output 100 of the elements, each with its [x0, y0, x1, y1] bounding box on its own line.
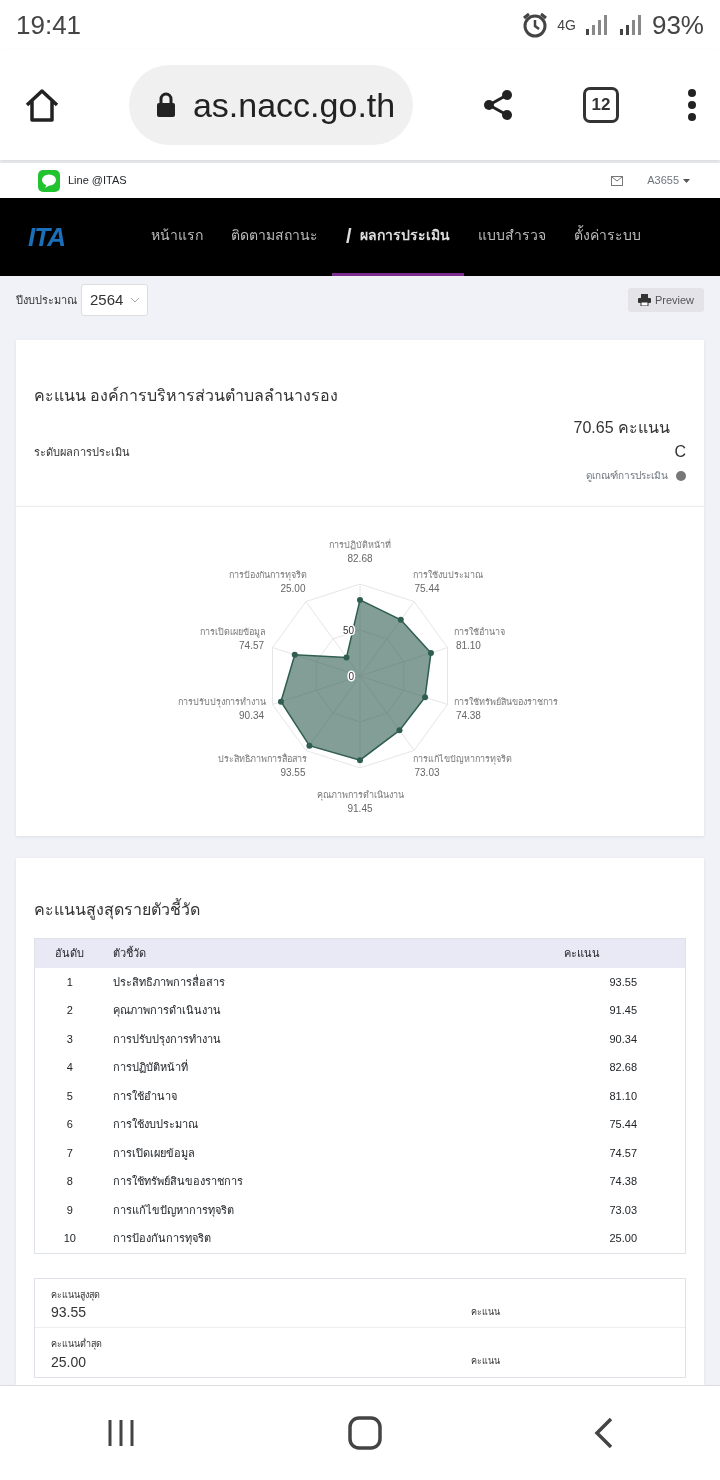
- column-header: ตัวชี้วัด: [104, 938, 556, 968]
- recent-apps-icon[interactable]: [106, 1418, 136, 1448]
- chat-bubble-icon: [38, 169, 60, 192]
- filter-label: ปีงบประมาณ: [16, 292, 77, 308]
- alarm-icon: [521, 11, 550, 39]
- table-cell: 7: [34, 1138, 105, 1167]
- table-cell: การป้องกันการทุจริต: [104, 1224, 556, 1253]
- table-cell: ประสิทธิภาพการสื่อสาร: [104, 967, 556, 996]
- axis-label: การเปิดเผยข้อมูล: [199, 626, 266, 637]
- value-label: 82.68: [347, 553, 373, 564]
- total-score: 70.65 คะแนน: [572, 418, 671, 438]
- table-cell: 74.57: [555, 1138, 686, 1167]
- chevron-icon: [131, 297, 140, 303]
- axis-label: ประสิทธิภาพการสื่อสาร: [218, 754, 307, 765]
- table-cell: 25.00: [555, 1224, 686, 1253]
- table-cell: 3: [34, 1024, 105, 1053]
- unit-label: คะแนน: [471, 1305, 500, 1319]
- axis-label: การปรับปรุงการทำงาน: [177, 697, 266, 708]
- axis-label: การแก้ไขปัญหาการทุจริต: [413, 754, 512, 765]
- data-point: [343, 654, 350, 661]
- column-header: อันดับ: [34, 938, 105, 968]
- table-cell: การเปิดเผยข้อมูล: [104, 1138, 556, 1167]
- axis-label: การปฏิบัติหน้าที่: [329, 540, 391, 550]
- table-cell: 8: [34, 1167, 105, 1196]
- column-header: คะแนน: [555, 938, 686, 968]
- value-label: 90.34: [239, 710, 265, 722]
- menu-icon[interactable]: [686, 87, 698, 123]
- data-point: [396, 727, 403, 734]
- table-cell: 1: [34, 967, 105, 996]
- mail-icon[interactable]: [611, 175, 624, 186]
- data-point: [277, 698, 284, 705]
- data-point: [357, 596, 363, 603]
- table-cell: 81.10: [555, 1081, 686, 1110]
- axis-label: การใช้ทรัพย์สินของราชการ: [454, 697, 559, 708]
- data-point: [357, 757, 363, 764]
- address-bar[interactable]: as.nacc.go.th: [128, 65, 414, 145]
- table-cell: 82.68: [555, 1053, 686, 1082]
- value-label: 25.00: [280, 582, 306, 594]
- summary-value: 93.55: [51, 1303, 88, 1322]
- table-cell: การแก้ไขปัญหาการทุจริต: [104, 1195, 556, 1224]
- table-cell: การปฏิบัติหน้าที่: [104, 1053, 556, 1082]
- preview-button[interactable]: Preview: [627, 287, 704, 313]
- nav-tab[interactable]: แบบสำรวจ: [463, 198, 560, 276]
- value-label: 73.03: [414, 767, 440, 779]
- table-cell: 5: [34, 1081, 105, 1110]
- table-cell: 90.34: [555, 1024, 686, 1053]
- caret-icon: [683, 178, 690, 183]
- home-button-icon[interactable]: [348, 1416, 382, 1450]
- data-point: [427, 649, 434, 656]
- table-cell: 73.03: [555, 1195, 686, 1224]
- value-label: 75.44: [414, 582, 440, 594]
- table-cell: การใช้อำนาจ: [104, 1081, 556, 1110]
- y-tick-label: 0: [348, 671, 355, 682]
- network-type: 4G: [557, 15, 576, 35]
- value-label: 91.45: [347, 803, 373, 814]
- data-point: [306, 742, 313, 749]
- table-cell: 9: [34, 1195, 105, 1224]
- tab-count-button[interactable]: 12: [583, 87, 620, 123]
- table-cell: 10: [34, 1224, 105, 1253]
- value-label: 74.57: [239, 639, 265, 651]
- table-cell: การใช้งบประมาณ: [104, 1110, 556, 1139]
- signal-icon: [583, 13, 610, 37]
- axis-label: คุณภาพการดำเนินงาน: [316, 790, 404, 800]
- lock-icon: [154, 92, 177, 118]
- nav-tab[interactable]: หน้าแรก: [136, 198, 217, 276]
- data-point: [422, 694, 429, 701]
- section-title: คะแนนสูงสุดรายตัวชี้วัด: [34, 898, 686, 922]
- battery-level: 93%: [651, 8, 704, 42]
- summary-value: 25.00: [51, 1352, 88, 1372]
- table-cell: 4: [34, 1053, 105, 1082]
- table-cell: 93.55: [555, 967, 686, 996]
- user-menu[interactable]: A3655: [647, 172, 690, 189]
- nav-tab[interactable]: ตั้งค่าระบบ: [559, 198, 655, 276]
- unit-label: คะแนน: [471, 1355, 500, 1369]
- data-point: [291, 651, 298, 658]
- printer-icon: [637, 294, 651, 306]
- back-icon[interactable]: [594, 1417, 614, 1449]
- axis-label: การป้องกันการทุจริต: [229, 569, 307, 580]
- nav-tab[interactable]: / ผลการประเมิน: [331, 198, 464, 276]
- table-cell: 91.45: [555, 996, 686, 1025]
- year-select[interactable]: 2564: [81, 283, 149, 317]
- table-cell: คุณภาพการดำเนินงาน: [104, 996, 556, 1025]
- value-label: 74.38: [455, 710, 481, 722]
- table-cell: 75.44: [555, 1110, 686, 1139]
- table-cell: การใช้ทรัพย์สินของราชการ: [104, 1167, 556, 1196]
- nav-tab[interactable]: ติดตามสถานะ: [216, 198, 332, 276]
- axis-label: การใช้อำนาจ: [454, 626, 506, 637]
- summary-label: คะแนนต่ำสุด: [51, 1338, 103, 1352]
- clock-time: 19:41: [16, 8, 82, 42]
- criteria-link[interactable]: ดูเกณฑ์การประเมิน: [586, 468, 668, 483]
- line-link[interactable]: Line @ITAS: [38, 169, 127, 192]
- card-title: คะแนน องค์การบริหารส่วนตำบลลำนางรอง: [34, 385, 340, 406]
- signal-icon: [617, 13, 644, 37]
- data-point: [397, 616, 404, 623]
- value-label: 93.55: [280, 767, 306, 779]
- value-label: 81.10: [455, 639, 481, 651]
- summary-label: คะแนนสูงสุด: [51, 1288, 101, 1302]
- site-logo: ITA: [28, 220, 65, 254]
- table-cell: 2: [34, 996, 105, 1025]
- table-cell: 6: [34, 1110, 105, 1139]
